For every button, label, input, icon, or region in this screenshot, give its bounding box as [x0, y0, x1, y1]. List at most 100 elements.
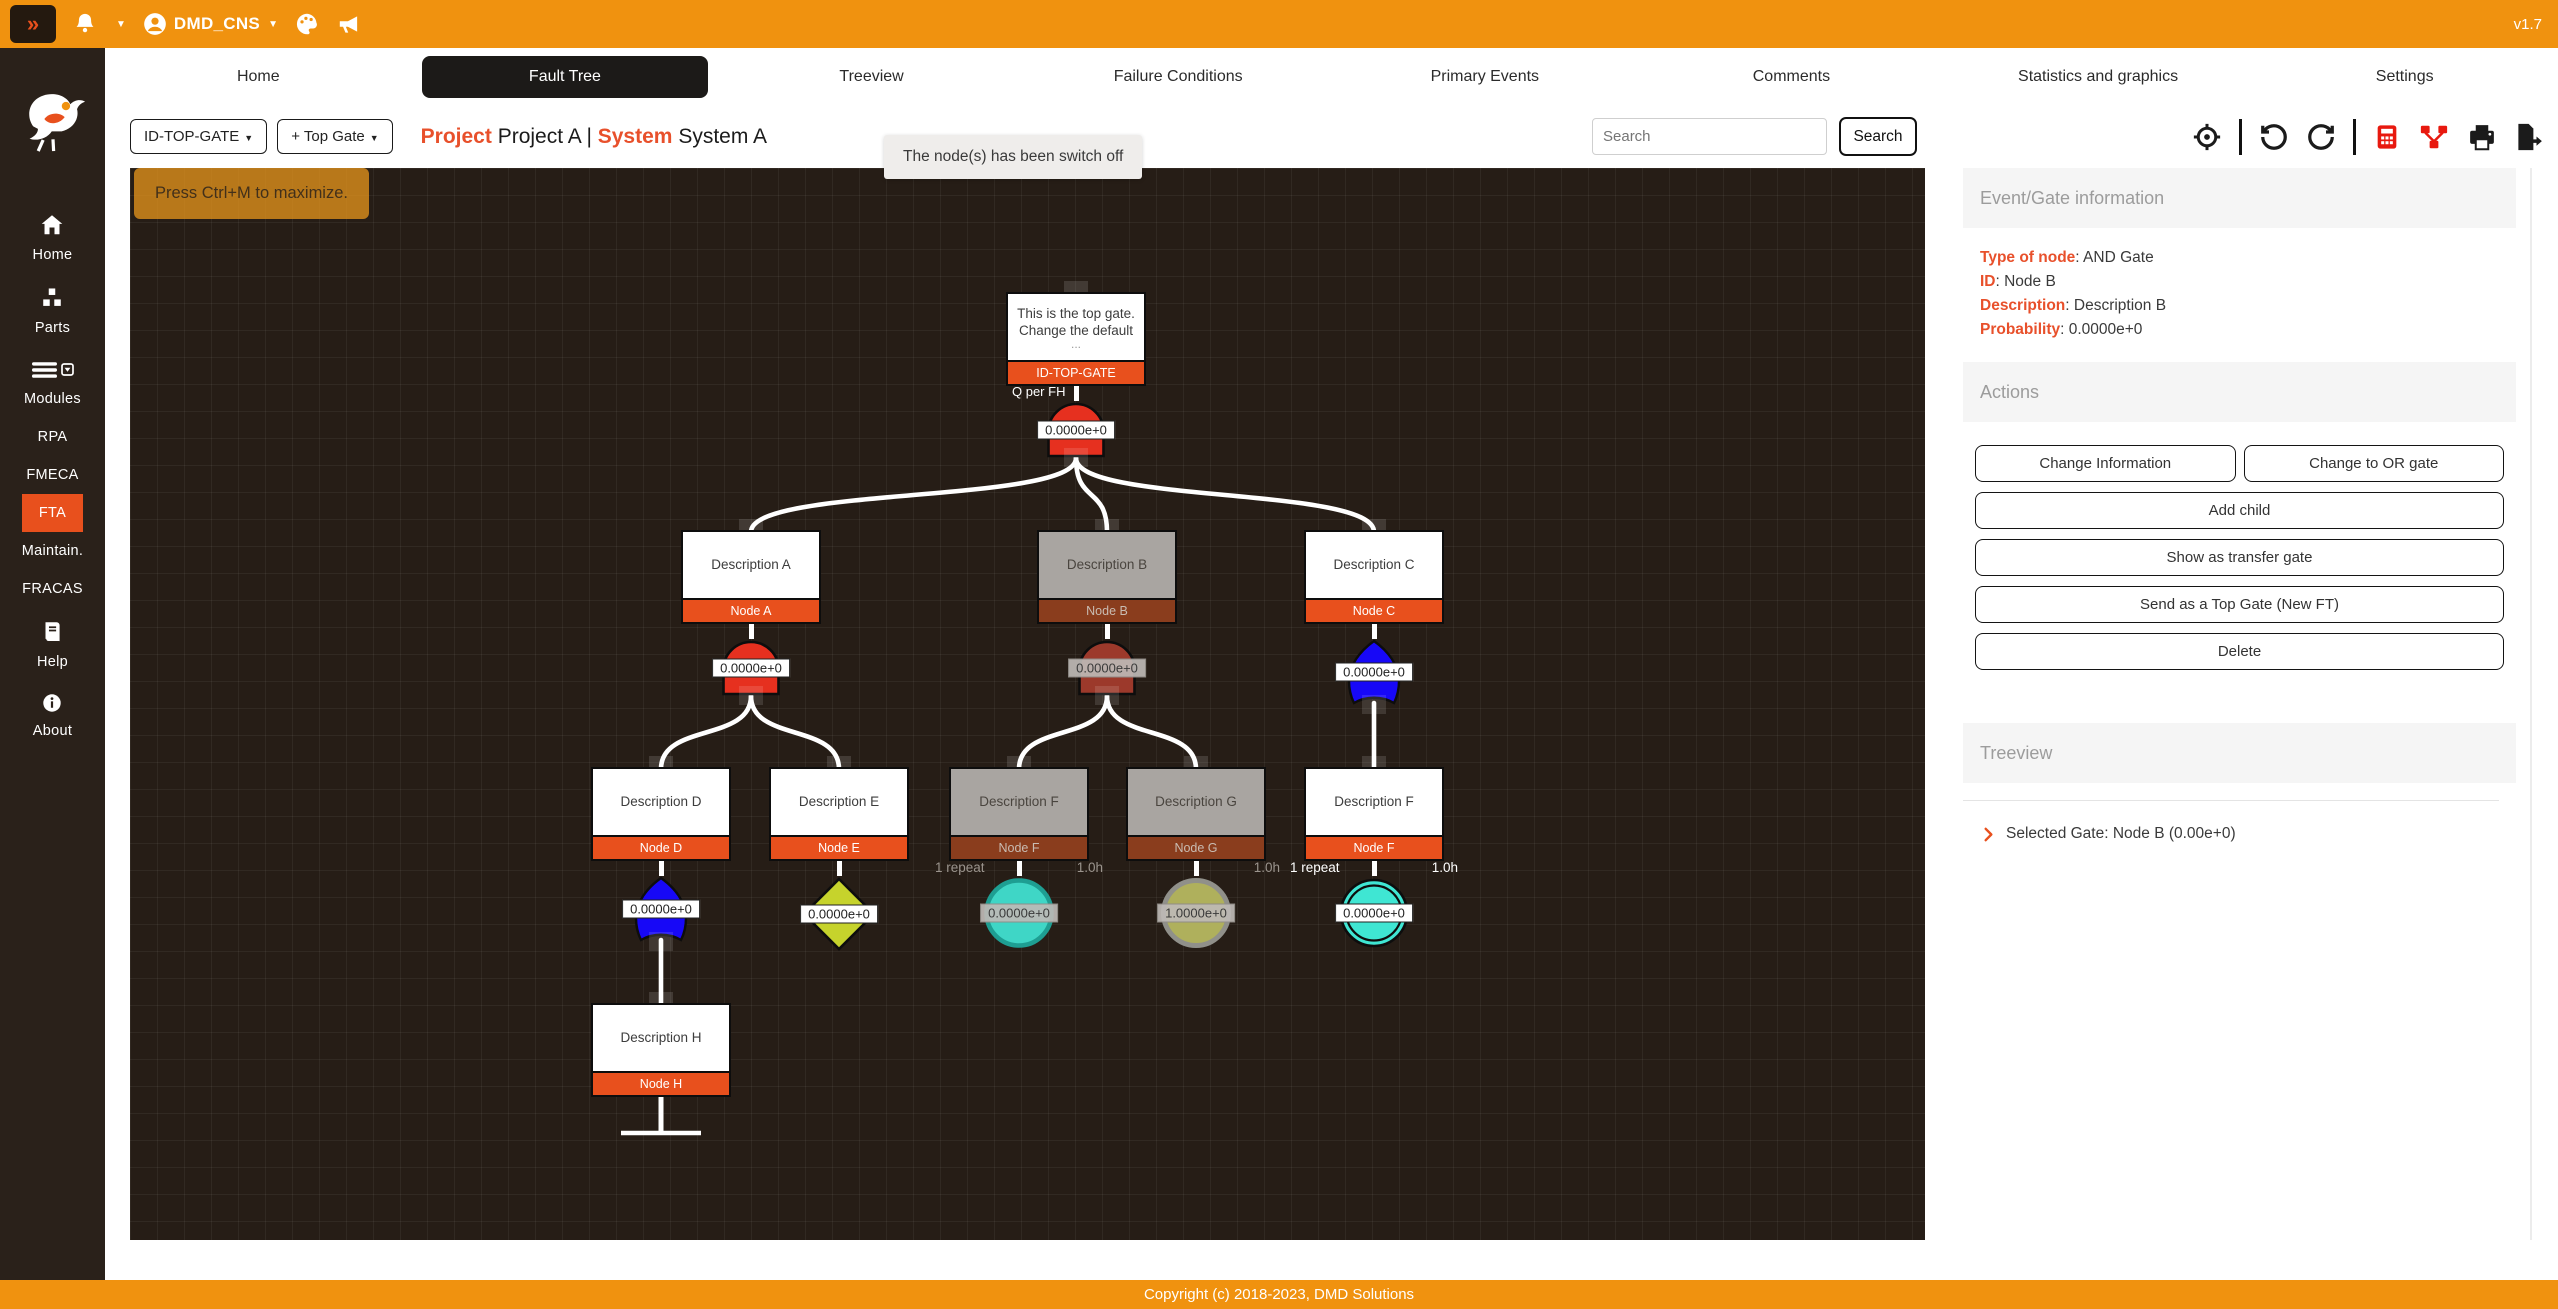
diagram-icon[interactable] — [2418, 122, 2450, 152]
node-connector-line — [749, 624, 754, 639]
notifications-bell-icon[interactable] — [72, 11, 98, 37]
sidebar-item-label: Modules — [24, 391, 81, 407]
node-connector-line — [1194, 861, 1199, 876]
help-icon — [39, 619, 65, 649]
node-symbol-diamond: 0.0000e+0 — [769, 876, 909, 952]
sidebar-item-parts[interactable]: Parts — [22, 274, 84, 347]
left-sidebar: Home Parts Modules RPA FMECA FTA Maintain. FRAC… — [0, 48, 105, 1280]
action-button-add-child[interactable]: Add child — [1975, 492, 2504, 529]
tab-failure-conditions[interactable]: Failure Conditions — [1035, 56, 1322, 98]
export-icon[interactable] — [2514, 122, 2544, 152]
tab-home[interactable]: Home — [115, 56, 402, 98]
gate-connector-stub — [1095, 686, 1119, 705]
bell-caret-icon[interactable]: ▼ — [116, 19, 126, 30]
tab-settings[interactable]: Settings — [2261, 56, 2548, 98]
parts-icon — [38, 285, 66, 315]
tab-primary-events[interactable]: Primary Events — [1342, 56, 1629, 98]
action-button-change-to-or-gate[interactable]: Change to OR gate — [2244, 445, 2505, 482]
tree-edge — [1076, 458, 1374, 532]
gate-connector-stub — [649, 932, 673, 951]
fault-tree-canvas[interactable]: Press Ctrl+M to maximize. This is the to… — [130, 168, 1925, 1240]
node-probability-value: 0.0000e+0 — [1335, 904, 1413, 923]
tree-node-node-a[interactable]: Description ANode A 0.0000e+0 — [681, 530, 821, 696]
sidebar-collapse-button[interactable]: » — [10, 5, 56, 43]
tree-node-node-g[interactable]: Description GNode G1.0h1.0000e+0 — [1126, 767, 1266, 950]
sidebar-item-home[interactable]: Home — [22, 201, 84, 274]
tree-node-top-gate[interactable]: This is the top gate. Change the default… — [1006, 292, 1146, 458]
tab-fault-tree[interactable]: Fault Tree — [422, 56, 709, 98]
sidebar-item-label: FTA — [39, 505, 66, 521]
user-menu[interactable]: DMD_CNS ▼ — [142, 11, 278, 37]
tree-node-node-e[interactable]: Description ENode E0.0000e+0 — [769, 767, 909, 952]
search-button[interactable]: Search — [1839, 117, 1917, 156]
node-symbol-and: 0.0000e+0 — [681, 639, 821, 696]
tree-edge — [751, 458, 1076, 532]
node-id-bar: Node A — [681, 600, 821, 624]
tree-node-node-d[interactable]: Description DNode D0.0000e+0 — [591, 767, 731, 942]
node-symbol-and: 0.0000e+0 — [1037, 639, 1177, 696]
tree-node-node-c[interactable]: Description CNode C0.0000e+0 — [1304, 530, 1444, 705]
info-row: Type of node: AND Gate — [1980, 246, 2499, 270]
user-icon — [142, 11, 168, 37]
sidebar-item-fmeca[interactable]: FMECA — [22, 456, 84, 494]
node-symbol-circle-olive: 1.0h1.0000e+0 — [1126, 876, 1266, 950]
actions-body: Change InformationChange to OR gate Add c… — [1975, 445, 2504, 670]
hours-label: 1.0h — [1077, 860, 1103, 875]
add-top-gate-dropdown[interactable]: + Top Gate▼ — [277, 119, 392, 154]
tree-node-node-f1[interactable]: Description FNode F1 repeat1.0h0.0000e+0 — [949, 767, 1089, 950]
action-button-show-as-transfer-gate[interactable]: Show as transfer gate — [1975, 539, 2504, 576]
sidebar-item-help[interactable]: Help — [22, 608, 84, 681]
sidebar-item-modules[interactable]: Modules — [22, 347, 84, 418]
search-input[interactable] — [1592, 118, 1827, 155]
user-caret-icon: ▼ — [268, 19, 278, 30]
tab-comments[interactable]: Comments — [1648, 56, 1935, 98]
undo-icon[interactable] — [2259, 122, 2289, 152]
megaphone-icon[interactable] — [336, 11, 362, 37]
action-button-delete[interactable]: Delete — [1975, 633, 2504, 670]
redo-icon[interactable] — [2306, 122, 2336, 152]
q-per-fh-label: Q per FH — [1012, 384, 1065, 399]
maximize-hint: Press Ctrl+M to maximize. — [134, 168, 369, 219]
node-connector-line — [1372, 624, 1377, 639]
gate-connector-stub — [1064, 448, 1088, 467]
crosshair-icon[interactable] — [2192, 122, 2222, 152]
node-id-bar: Node E — [769, 837, 909, 861]
toolbar-icon-strip — [2192, 105, 2544, 168]
palette-icon[interactable] — [294, 11, 320, 37]
action-button-send-as-a-top-gate-(new-ft)[interactable]: Send as a Top Gate (New FT) — [1975, 586, 2504, 623]
tree-node-node-f2[interactable]: Description FNode F1 repeat1.0h0.0000e+0 — [1304, 767, 1444, 950]
sidebar-item-label: Maintain. — [22, 543, 84, 559]
node-symbol-circle: 1 repeat1.0h0.0000e+0 — [949, 876, 1089, 950]
repeat-label: 1 repeat — [1290, 860, 1340, 875]
node-probability-value: 0.0000e+0 — [1068, 658, 1146, 677]
dropdown-caret-icon: ▼ — [370, 133, 379, 143]
sidebar-item-maintain[interactable]: Maintain. — [22, 532, 84, 570]
app-version-label: v1.7 — [2514, 16, 2542, 33]
node-description: Description A — [681, 530, 821, 600]
action-button-change-information[interactable]: Change Information — [1975, 445, 2236, 482]
sidebar-item-fta[interactable]: FTA — [22, 494, 84, 532]
printer-icon[interactable] — [2467, 122, 2497, 152]
sidebar-item-rpa[interactable]: RPA — [22, 418, 84, 456]
treeview-selected-gate[interactable]: Selected Gate: Node B (0.00e+0) — [1980, 825, 2516, 843]
info-row-value: : Node B — [1996, 273, 2056, 290]
gate-select-dropdown[interactable]: ID-TOP-GATE▼ — [130, 119, 267, 154]
sidebar-item-about[interactable]: About — [22, 681, 84, 750]
node-symbol-circle-double: 1 repeat1.0h0.0000e+0 — [1304, 876, 1444, 950]
node-id-bar: ID-TOP-GATE — [1006, 362, 1146, 386]
sidebar-item-label: Home — [33, 247, 73, 263]
node-probability-value: 0.0000e+0 — [1037, 420, 1115, 439]
treeview-divider — [1963, 800, 2499, 801]
sidebar-item-fracas[interactable]: FRACAS — [22, 570, 84, 608]
tree-node-node-h[interactable]: Description HNode H — [591, 1003, 731, 1147]
tree-edge — [661, 696, 751, 769]
tab-statistics-and-graphics[interactable]: Statistics and graphics — [1955, 56, 2242, 98]
node-description: Description F — [949, 767, 1089, 837]
node-id-bar: Node C — [1304, 600, 1444, 624]
node-connector-line — [837, 861, 842, 876]
tree-node-node-b[interactable]: Description BNode B0.0000e+0 — [1037, 530, 1177, 696]
sidebar-item-label: RPA — [38, 429, 68, 445]
node-connector-line — [1017, 861, 1022, 876]
tab-treeview[interactable]: Treeview — [728, 56, 1015, 98]
calculator-icon[interactable] — [2373, 122, 2401, 152]
